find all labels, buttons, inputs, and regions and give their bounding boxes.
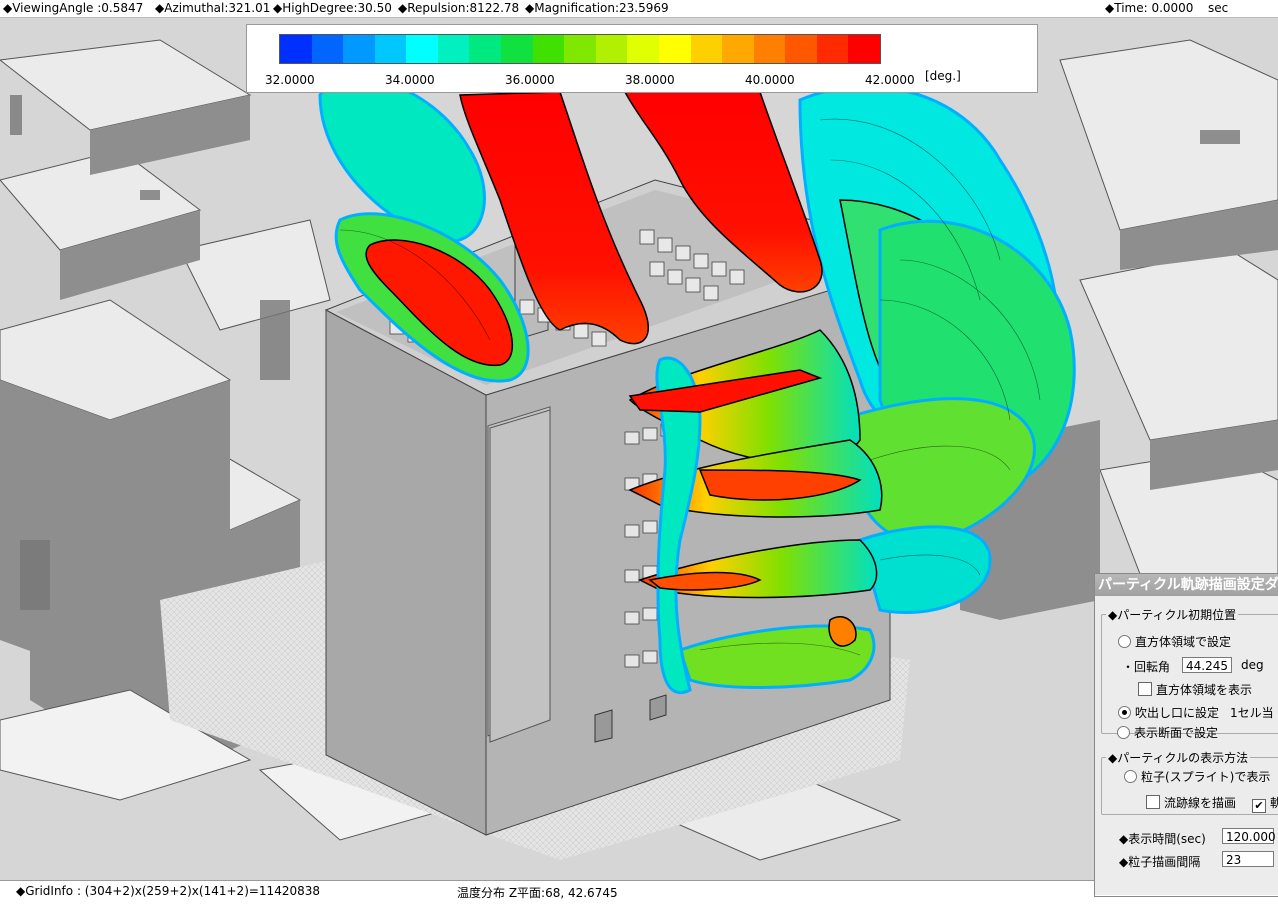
particle-settings-dialog[interactable]: パーティクル軌跡描画設定ダ ◆パーティクル初期位置 直方体領域で設定 ・回転角 … <box>1094 573 1278 897</box>
scene-render <box>0 18 1278 880</box>
radio-icon[interactable] <box>1118 635 1131 648</box>
rotation-label: ・回転角 <box>1122 660 1171 674</box>
legend-unit-label: [deg.] <box>925 69 961 83</box>
grid-info-box: ◆GridInfo : (304+2)x(259+2)x(141+2)=1142… <box>0 881 432 905</box>
group-label: ◆パーティクルの表示方法 <box>1106 749 1251 766</box>
legend-tick-label: 32.0000 <box>265 73 315 87</box>
legend-swatch <box>564 35 596 63</box>
per-cell-label: 1セル当 <box>1230 706 1274 720</box>
status-bottom-bar: ◆GridInfo : (304+2)x(259+2)x(141+2)=1142… <box>0 880 1278 906</box>
legend-swatch <box>595 35 628 63</box>
radio-outlet[interactable]: 吹出し口に設定 <box>1118 704 1219 721</box>
legend-swatch <box>785 35 817 63</box>
legend-tick-label: 42.0000 <box>865 73 915 87</box>
streamline-checkbox[interactable]: 流跡線を描画 <box>1146 794 1236 811</box>
3d-viewport[interactable] <box>0 18 1278 880</box>
legend-swatch <box>658 35 691 63</box>
legend-swatch <box>437 35 470 63</box>
radio-icon[interactable] <box>1118 706 1131 719</box>
display-time-label: ◆表示時間(sec) <box>1119 832 1206 846</box>
checkbox-icon[interactable] <box>1138 682 1152 696</box>
legend-swatch <box>690 35 723 63</box>
legend-tick-label: 34.0000 <box>385 73 435 87</box>
legend-tick-label: 38.0000 <box>625 73 675 87</box>
radio-section[interactable]: 表示断面で設定 <box>1117 724 1218 741</box>
magnification-readout: ◆Magnification:23.5969 <box>525 1 669 15</box>
legend-tick-label: 40.0000 <box>745 73 795 87</box>
radio-sprite[interactable]: 粒子(スプライト)で表示 <box>1124 768 1270 785</box>
interval-input[interactable]: 23 <box>1222 851 1274 867</box>
legend-swatch <box>532 35 565 63</box>
dialog-title[interactable]: パーティクル軌跡描画設定ダ <box>1095 574 1278 596</box>
show-box-checkbox[interactable]: 直方体領域を表示 <box>1138 681 1252 698</box>
legend-swatch <box>406 35 438 63</box>
status-top-bar: ◆ViewingAngle :0.5847 ◆Azimuthal:321.01 … <box>0 0 1278 18</box>
interval-label: ◆粒子描画間隔 <box>1119 855 1201 869</box>
legend-swatch <box>280 35 312 63</box>
azimuthal-readout: ◆Azimuthal:321.01 <box>155 1 271 15</box>
legend-tick-label: 36.0000 <box>505 73 555 87</box>
legend-swatch <box>501 35 533 63</box>
legend-swatch <box>469 35 502 63</box>
rotation-input[interactable]: 44.245 <box>1182 657 1232 673</box>
temperature-status-text: 温度分布 Z平面:68, 42.6745 <box>457 886 618 900</box>
legend-swatch <box>816 35 849 63</box>
legend-swatch <box>374 35 407 63</box>
status-box: 温度分布 Z平面:68, 42.6745 <box>445 881 1000 905</box>
trajectory-checkbox[interactable]: ✔軌 <box>1252 794 1278 813</box>
grid-info-text: ◆GridInfo : (304+2)x(259+2)x(141+2)=1142… <box>16 884 321 898</box>
display-method-group: ◆パーティクルの表示方法 粒子(スプライト)で表示 流跡線を描画 ✔軌 <box>1101 749 1278 815</box>
legend-swatch <box>722 35 754 63</box>
display-time-input[interactable]: 120.000 <box>1222 828 1276 844</box>
radio-icon[interactable] <box>1117 726 1130 739</box>
legend-color-bar <box>279 34 881 64</box>
legend-swatch <box>343 35 375 63</box>
checkmark-icon[interactable]: ✔ <box>1252 799 1266 813</box>
high-degree-readout: ◆HighDegree:30.50 <box>273 1 392 15</box>
radio-icon[interactable] <box>1124 770 1137 783</box>
legend-swatch <box>311 35 344 63</box>
rotation-unit: deg <box>1241 658 1264 672</box>
legend-swatch <box>627 35 659 63</box>
color-legend: 32.0000 34.0000 36.0000 38.0000 40.0000 … <box>246 24 1038 93</box>
time-unit: sec <box>1208 1 1229 15</box>
group-label: ◆パーティクル初期位置 <box>1106 606 1239 623</box>
viewing-angle-readout: ◆ViewingAngle :0.5847 <box>3 1 144 15</box>
legend-swatch <box>848 35 880 63</box>
initial-position-group: ◆パーティクル初期位置 直方体領域で設定 ・回転角 44.245 deg 直方体… <box>1101 606 1278 734</box>
repulsion-readout: ◆Repulsion:8122.78 <box>398 1 520 15</box>
checkbox-icon[interactable] <box>1146 795 1160 809</box>
legend-swatch <box>753 35 786 63</box>
radio-box-region[interactable]: 直方体領域で設定 <box>1118 633 1231 650</box>
time-readout: ◆Time: 0.0000 <box>1105 1 1194 15</box>
